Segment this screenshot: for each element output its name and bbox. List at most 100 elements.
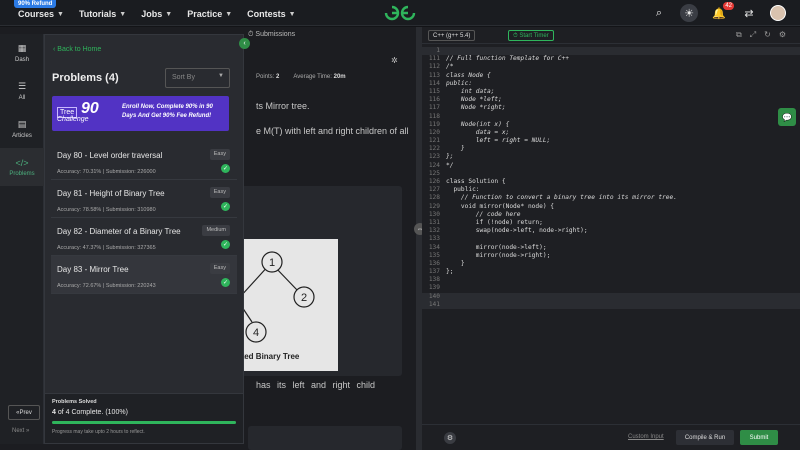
bug-report-icon[interactable]: ✲ <box>391 56 398 65</box>
sidebar-item-articles[interactable]: ▤ Articles <box>0 110 44 148</box>
code-line: 136 } <box>422 260 800 268</box>
progress-fill <box>52 421 236 424</box>
code-text: int data; <box>446 87 495 95</box>
nav-courses[interactable]: Courses ▼ <box>18 9 64 19</box>
code-text: // code here <box>446 210 521 218</box>
code-line: 115 int data; <box>422 88 800 96</box>
bell-icon[interactable]: 🔔 42 <box>710 2 734 22</box>
code-text: }; <box>446 268 454 276</box>
nav-jobs[interactable]: Jobs ▼ <box>141 9 172 19</box>
line-number: 138 <box>428 276 440 284</box>
line-number: 128 <box>428 194 440 202</box>
line-number: 127 <box>428 186 440 194</box>
line-number: 126 <box>428 178 440 185</box>
line-number: 112 <box>428 63 440 71</box>
check-icon: ✓ <box>221 278 230 287</box>
line-number: 136 <box>428 259 440 267</box>
list-icon: ☰ <box>17 81 27 91</box>
code-text: class Solution { <box>446 178 506 185</box>
chevron-down-icon: ▼ <box>225 10 233 18</box>
line-number: 132 <box>428 227 440 235</box>
bottom-card <box>248 426 402 450</box>
difficulty-badge: Medium <box>202 225 230 236</box>
sort-select[interactable]: Sort By ▼ <box>165 68 230 88</box>
line-number: 137 <box>428 268 440 276</box>
code-line: 131 if (!node) return; <box>422 219 800 227</box>
back-to-home-link[interactable]: ‹ Back to Home <box>53 46 101 53</box>
collapse-panel-button[interactable]: ‹ <box>239 38 250 49</box>
line-number: 117 <box>428 104 440 112</box>
line-number: 1 <box>436 47 440 54</box>
code-area[interactable]: 1 111 // Full function Template for C++ 112… <box>422 47 800 309</box>
code-text: */ <box>446 161 454 169</box>
code-line: 130 // code here <box>422 211 800 219</box>
gfg-logo-icon[interactable] <box>383 3 417 23</box>
list-item[interactable]: Day 83 - Mirror Tree Easy ✓ Accuracy: 72… <box>51 256 237 294</box>
nav-practice[interactable]: Practice ▼ <box>187 9 232 19</box>
line-number: 113 <box>428 71 440 79</box>
line-number: 131 <box>428 218 440 226</box>
sidebar-item-all[interactable]: ☰ All <box>0 72 44 110</box>
code-icon: </> <box>15 157 29 168</box>
language-select[interactable]: C++ (g++ 5.4) <box>428 30 476 41</box>
code-text: /* <box>446 63 454 71</box>
tree-caption: erted Binary Tree <box>234 352 300 361</box>
custom-input-link[interactable]: Custom Input <box>628 434 664 440</box>
code-text: Node *right; <box>446 104 506 112</box>
code-line: 121 left = right = NULL; <box>422 137 800 145</box>
chat-icon[interactable]: 💬 <box>778 108 796 126</box>
code-line: 119 Node(int x) { <box>422 121 800 129</box>
sidebar-item-problems[interactable]: </> Problems <box>0 148 44 186</box>
list-item[interactable]: Day 82 - Diameter of a Binary Tree Mediu… <box>51 218 237 256</box>
gear-icon[interactable]: ⚙ <box>444 432 456 444</box>
translate-icon[interactable]: ⇄ <box>740 4 758 22</box>
list-item[interactable]: Day 80 - Level order traversal Easy ✓ Ac… <box>51 142 237 180</box>
compile-run-button[interactable]: Compile & Run <box>676 430 734 445</box>
nav-tutorials[interactable]: Tutorials ▼ <box>79 9 126 19</box>
tab-submissions[interactable]: ⏱ Submissions <box>248 31 295 39</box>
code-text: void mirror(Node* node) { <box>446 202 555 210</box>
code-line: 126 class Solution { <box>422 178 800 186</box>
theme-toggle-icon[interactable]: ☀ <box>680 4 698 22</box>
code-line: 132 swap(node->left, node->right); <box>422 227 800 235</box>
problems-solved: Problems Solved 4 of 4 Complete. (100%) … <box>45 393 243 443</box>
reset-icon[interactable]: ↻ <box>764 30 771 40</box>
start-timer-button[interactable]: ⏱ Start Timer <box>508 30 554 41</box>
line-number: 122 <box>428 145 440 153</box>
line-number: 124 <box>428 161 440 169</box>
chevron-down-icon: ▼ <box>57 10 64 18</box>
copy-icon[interactable]: ⧉ <box>736 30 742 40</box>
line-number: 125 <box>428 169 440 177</box>
code-line: 118 <box>422 113 800 121</box>
prev-button[interactable]: « Prev <box>8 405 40 420</box>
check-icon: ✓ <box>221 164 230 173</box>
line-number: 130 <box>428 210 440 218</box>
expand-icon[interactable]: ⤢ <box>750 30 756 40</box>
progress-bar <box>52 421 236 424</box>
settings-icon[interactable]: ⚙ <box>779 30 786 40</box>
tree-challenge-logo: Tree Challenge 90 <box>57 100 99 123</box>
nav-contests[interactable]: Contests ▼ <box>247 9 295 19</box>
problem-list: Day 80 - Level order traversal Easy ✓ Ac… <box>51 142 237 294</box>
sidebar-item-dash[interactable]: ▦ Dash <box>0 34 44 72</box>
promo-banner[interactable]: Tree Challenge 90 Enroll Now, Complete 9… <box>52 96 229 131</box>
line-number: 120 <box>428 128 440 136</box>
avatar[interactable] <box>770 5 786 21</box>
line-number: 111 <box>428 55 440 63</box>
next-button[interactable]: Next » <box>12 428 29 434</box>
submit-button[interactable]: Submit <box>740 430 778 445</box>
code-text: // Full function Template for C++ <box>446 55 569 63</box>
code-line: 122 } <box>422 145 800 153</box>
notification-badge: 42 <box>723 2 734 10</box>
search-icon[interactable]: ⌕ <box>650 4 668 22</box>
line-number: 123 <box>428 153 440 161</box>
code-line: 123}; <box>422 153 800 161</box>
code-line: 139 <box>422 284 800 292</box>
list-item[interactable]: Day 81 - Height of Binary Tree Easy ✓ Ac… <box>51 180 237 218</box>
panel-title: Problems (4) <box>52 72 119 84</box>
sidebar: ▦ Dash ☰ All ▤ Articles </> Problems <box>0 34 44 444</box>
code-line: 138 <box>422 276 800 284</box>
